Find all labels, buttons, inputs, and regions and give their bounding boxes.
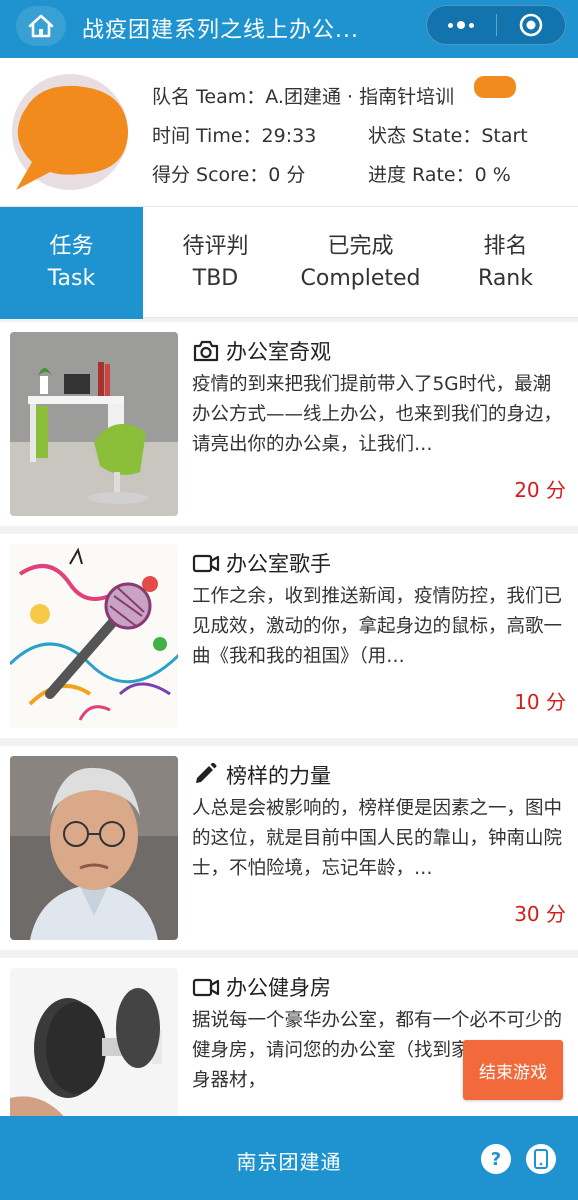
target-close-icon bbox=[519, 13, 543, 37]
task-thumbnail-office-desk bbox=[10, 332, 178, 516]
pencil-icon bbox=[196, 763, 217, 783]
task-title-text: 办公健身房 bbox=[226, 976, 331, 1000]
tab-rank-cn: 排名 bbox=[483, 234, 528, 259]
mini-program-capsule bbox=[426, 5, 566, 45]
tab-completed-en: Completed bbox=[300, 266, 421, 291]
footer-bar: 南京团建通 ? bbox=[0, 1116, 578, 1200]
tab-tbd[interactable]: 待评判 TBD bbox=[143, 207, 288, 319]
top-navigation-bar: 战疫团建系列之线上办公... bbox=[0, 0, 578, 58]
help-button[interactable]: ? bbox=[481, 1144, 511, 1174]
task-score: 10 分 bbox=[514, 690, 566, 714]
time-row: 时间 Time：29:33 bbox=[152, 121, 316, 148]
redaction-mark bbox=[474, 76, 516, 98]
task-title: 办公室歌手 bbox=[192, 548, 331, 578]
more-dots-icon bbox=[448, 21, 475, 29]
task-title-text: 办公室歌手 bbox=[226, 552, 331, 576]
rate-row: 进度 Rate：0 % bbox=[368, 160, 511, 187]
tab-tbd-en: TBD bbox=[192, 266, 239, 291]
task-description: 工作之余，收到推送新闻，疫情防控，我们已见成效，激动的你，拿起身边的鼠标，高歌一… bbox=[192, 586, 563, 667]
tab-rank[interactable]: 排名 Rank bbox=[433, 207, 578, 319]
tab-completed[interactable]: 已完成 Completed bbox=[288, 207, 433, 319]
close-mini-program-button[interactable] bbox=[497, 5, 566, 45]
team-name-row: 队名 Team：A.团建通 · 指南针培训 bbox=[152, 82, 454, 109]
tab-bar: 任务 Task 待评判 TBD 已完成 Completed 排名 Rank bbox=[0, 206, 578, 319]
task-card[interactable]: 办公室奇观 疫情的到来把我们提前带入了5G时代，最潮办公方式——线上办公，也来到… bbox=[0, 322, 578, 526]
team-name-value: A.团建通 · 指南针培训 bbox=[265, 86, 455, 108]
question-icon: ? bbox=[490, 1148, 502, 1170]
task-title-text: 榜样的力量 bbox=[226, 764, 331, 788]
task-thumbnail-microphone-art bbox=[10, 544, 178, 728]
phone-icon bbox=[534, 1149, 548, 1169]
video-icon bbox=[192, 978, 220, 997]
tab-task-cn: 任务 bbox=[49, 234, 94, 259]
time-label: 时间 Time： bbox=[152, 125, 262, 147]
task-description: 人总是会被影响的，榜样便是因素之一，图中的这位，就是目前中国人民的靠山，钟南山院… bbox=[192, 798, 563, 879]
task-title: 办公室奇观 bbox=[192, 336, 331, 366]
task-score: 20 分 bbox=[514, 478, 566, 502]
task-title: 办公健身房 bbox=[192, 972, 331, 1002]
task-title: 榜样的力量 bbox=[192, 760, 331, 790]
rate-value: 0 % bbox=[474, 164, 511, 186]
task-thumbnail-dumbbell bbox=[10, 968, 178, 1116]
more-menu-button[interactable] bbox=[427, 5, 496, 45]
score-value: 0 分 bbox=[268, 164, 306, 186]
end-game-button[interactable]: 结束游戏 bbox=[463, 1040, 563, 1100]
tab-task[interactable]: 任务 Task bbox=[0, 207, 143, 319]
tab-completed-cn: 已完成 bbox=[327, 234, 394, 259]
avatar bbox=[10, 72, 130, 194]
video-icon bbox=[192, 554, 220, 573]
state-row: 状态 State：Start bbox=[368, 121, 528, 148]
rate-label: 进度 Rate： bbox=[368, 164, 475, 186]
task-description: 疫情的到来把我们提前带入了5G时代，最潮办公方式——线上办公，也来到我们的身边，… bbox=[192, 374, 563, 455]
score-row: 得分 Score：0 分 bbox=[152, 160, 305, 187]
state-label: 状态 State： bbox=[368, 125, 482, 147]
home-button[interactable] bbox=[16, 6, 66, 46]
task-score: 30 分 bbox=[514, 902, 566, 926]
team-info-panel: 队名 Team：A.团建通 · 指南针培训 时间 Time：29:33 状态 S… bbox=[0, 58, 578, 206]
task-card[interactable]: 办公室歌手 工作之余，收到推送新闻，疫情防控，我们已见成效，激动的你，拿起身边的… bbox=[0, 534, 578, 738]
camera-icon bbox=[193, 340, 219, 362]
contact-button[interactable] bbox=[526, 1144, 556, 1174]
page-title: 战疫团建系列之线上办公... bbox=[82, 18, 359, 43]
time-value: 29:33 bbox=[261, 125, 317, 147]
team-name-label: 队名 Team： bbox=[152, 86, 266, 108]
tab-tbd-cn: 待评判 bbox=[182, 234, 249, 259]
tab-rank-en: Rank bbox=[478, 266, 533, 291]
state-value: Start bbox=[481, 125, 528, 147]
task-title-text: 办公室奇观 bbox=[226, 340, 331, 364]
tab-task-en: Task bbox=[47, 266, 96, 291]
task-thumbnail-portrait bbox=[10, 756, 178, 940]
score-label: 得分 Score： bbox=[152, 164, 269, 186]
home-icon bbox=[28, 14, 54, 38]
task-card[interactable]: 榜样的力量 人总是会被影响的，榜样便是因素之一，图中的这位，就是目前中国人民的靠… bbox=[0, 746, 578, 950]
